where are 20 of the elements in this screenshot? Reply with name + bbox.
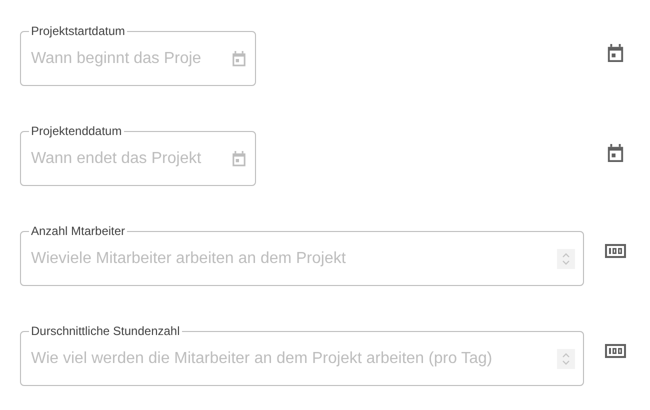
text-field[interactable]: Durschnittliche Stundenzahl Wie viel werden die Mitarbeiter an dem Projekt arbeiten (pro Tag) xyxy=(20,324,584,386)
input-field[interactable]: Wann beginnt das Proje xyxy=(29,46,231,70)
input-field[interactable]: Wann endet das Projekt xyxy=(29,146,231,170)
calendar-icon xyxy=(231,50,247,66)
calendar-icon xyxy=(231,150,247,166)
spin-buttons[interactable] xyxy=(557,348,575,368)
input-field[interactable]: Wieviele Mitarbeiter arbeiten an dem Projekt xyxy=(29,246,557,270)
field-label: Projektenddatum xyxy=(30,124,123,138)
spin-buttons[interactable] xyxy=(557,248,575,268)
calendar-icon xyxy=(606,144,624,163)
counter-icon xyxy=(604,344,626,358)
text-field[interactable]: Anzahl Mtarbeiter Wieviele Mitarbeiter arbeiten an dem Projekt xyxy=(20,224,584,286)
calendar-icon xyxy=(606,44,624,63)
field-label: Anzahl Mtarbeiter xyxy=(30,224,126,238)
text-field[interactable]: Projektenddatum Wann endet das Projekt xyxy=(20,124,256,186)
counter-icon xyxy=(604,244,626,258)
input-field[interactable]: Wie viel werden die Mitarbeiter an dem Projekt arbeiten (pro Tag) xyxy=(29,346,557,370)
field-label: Projektstartdatum xyxy=(30,24,126,38)
text-field[interactable]: Projektstartdatum Wann beginnt das Proje xyxy=(20,24,256,86)
field-label: Durschnittliche Stundenzahl xyxy=(30,324,181,338)
